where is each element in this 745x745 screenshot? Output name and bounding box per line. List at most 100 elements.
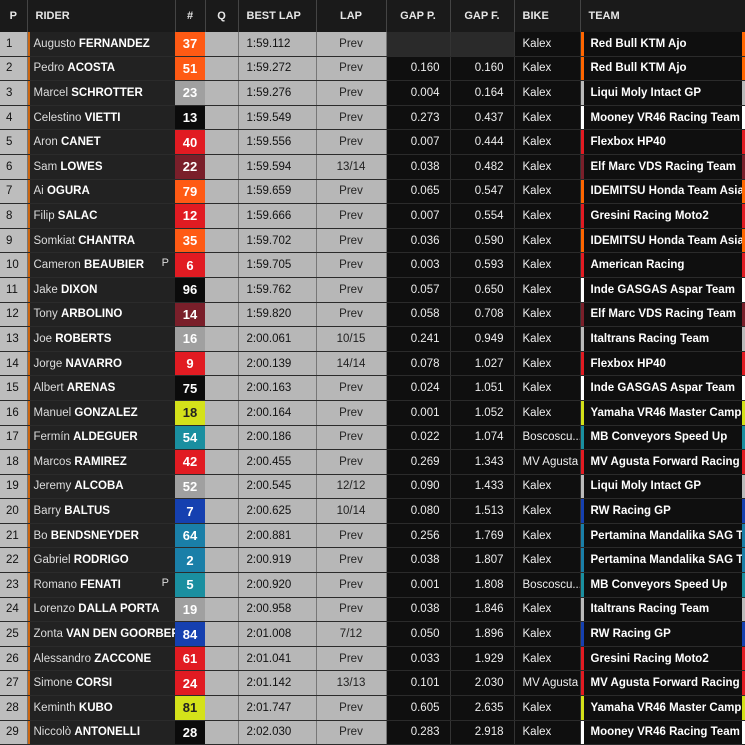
rider-last-name: CHANTRA	[78, 234, 136, 247]
rider-cell[interactable]: Keminth KUBO	[27, 695, 175, 721]
bike-cell: Kalex	[514, 474, 581, 500]
table-row[interactable]: 24 Lorenzo DALLA PORTA 19 2:00.958 Prev 0.038…	[0, 597, 745, 623]
table-row[interactable]: 4 Celestino VIETTI 13 1:59.549 Prev 0.273 0.43…	[0, 105, 745, 131]
rider-last-name: ANTONELLI	[74, 726, 141, 739]
rider-first-name: Tony	[33, 308, 58, 321]
rider-cell[interactable]: Simone CORSI	[27, 670, 175, 697]
table-row[interactable]: 26 Alessandro ZACCONE 61 2:01.041 Prev 0.033 1…	[0, 646, 745, 672]
col-header-bike[interactable]: BIKE	[514, 0, 581, 32]
team-cell: Gresini Racing Moto2	[580, 646, 745, 672]
col-header-number[interactable]: #	[175, 0, 206, 32]
bike-cell: Kalex	[514, 498, 581, 524]
rider-cell[interactable]: Ai OGURA	[27, 179, 175, 205]
table-row[interactable]: 6 Sam LOWES 22 1:59.594 13/14 0.038 0.482 Kalex…	[0, 154, 745, 180]
rider-first-name: Cameron	[33, 259, 81, 272]
gap-first-cell: 0.949	[450, 326, 515, 352]
table-row[interactable]: 17 Fermín ALDEGUER 54 2:00.186 Prev 0.022 1.07…	[0, 425, 745, 451]
rider-cell[interactable]: Celestino VIETTI	[27, 105, 175, 131]
rider-cell[interactable]: Somkiat CHANTRA	[27, 228, 175, 254]
rider-last-name: CANET	[61, 136, 101, 149]
team-cell: Gresini Racing Moto2	[580, 203, 745, 229]
table-row[interactable]: 3 Marcel SCHROTTER 23 1:59.276 Prev 0.004 0.16…	[0, 80, 745, 106]
rider-number-badge: 24	[175, 670, 205, 697]
bike-cell: Kalex	[514, 179, 581, 205]
rider-number-badge: 28	[175, 720, 205, 745]
rider-number-badge: 5	[175, 572, 205, 598]
col-header-lap[interactable]: LAP	[316, 0, 387, 32]
table-row[interactable]: 22 Gabriel RODRIGO 2 2:00.919 Prev 0.038 1.807…	[0, 547, 745, 574]
lap-cell: Prev	[316, 375, 387, 401]
pit-indicator: P	[161, 257, 169, 270]
table-row[interactable]: 9 Somkiat CHANTRA 35 1:59.702 Prev 0.036 0.590…	[0, 228, 745, 254]
col-header-rider[interactable]: RIDER	[27, 0, 176, 32]
rider-cell[interactable]: Niccolò ANTONELLI	[27, 720, 175, 745]
rider-cell[interactable]: Barry BALTUS	[27, 498, 175, 524]
gap-previous-cell: 0.004	[386, 80, 451, 106]
best-lap-cell: 2:01.041	[238, 646, 317, 672]
table-row[interactable]: 5 Aron CANET 40 1:59.556 Prev 0.007 0.444 Kalex…	[0, 129, 745, 155]
table-row[interactable]: 28 Keminth KUBO 81 2:01.747 Prev 0.605 2.635 Ka…	[0, 695, 745, 721]
rider-cell[interactable]: Fermín ALDEGUER	[27, 425, 175, 451]
bike-cell: Kalex	[514, 32, 581, 57]
table-row[interactable]: 1 Augusto FERNANDEZ 37 1:59.112 Prev Kalex Red…	[0, 32, 745, 57]
table-row[interactable]: 27 Simone CORSI 24 2:01.142 13/13 0.101 2.030 M…	[0, 670, 745, 697]
rider-cell[interactable]: Jorge NAVARRO	[27, 351, 175, 377]
table-row[interactable]: 29 Niccolò ANTONELLI 28 2:02.030 Prev 0.283 2.…	[0, 720, 745, 745]
table-row[interactable]: 8 Filip SALAC 12 1:59.666 Prev 0.007 0.554 Kale…	[0, 203, 745, 229]
rider-cell[interactable]: Pedro ACOSTA	[27, 56, 175, 82]
qualifying-cell	[205, 228, 239, 254]
table-row[interactable]: 19 Jeremy ALCOBA 52 2:00.545 12/12 0.090 1.433…	[0, 474, 745, 500]
col-header-best-lap[interactable]: BEST LAP	[238, 0, 317, 32]
table-row[interactable]: 13 Joe ROBERTS 16 2:00.061 10/15 0.241 0.949 Ka…	[0, 326, 745, 352]
rider-cell[interactable]: Alessandro ZACCONE	[27, 646, 175, 672]
table-row[interactable]: 16 Manuel GONZALEZ 18 2:00.164 Prev 0.001 1.05…	[0, 400, 745, 426]
rider-cell[interactable]: Cameron BEAUBIER P	[27, 252, 175, 278]
rider-number-badge: 42	[175, 449, 205, 475]
table-row[interactable]: 15 Albert ARENAS 75 2:00.163 Prev 0.024 1.051 K…	[0, 375, 745, 401]
table-row[interactable]: 12 Tony ARBOLINO 14 1:59.820 Prev 0.058 0.708 K…	[0, 302, 745, 328]
rider-cell[interactable]: Manuel GONZALEZ	[27, 400, 175, 426]
col-header-gap-first[interactable]: GAP F.	[450, 0, 515, 32]
lap-cell: Prev	[316, 597, 387, 623]
col-header-q[interactable]: Q	[205, 0, 239, 32]
table-row[interactable]: 20 Barry BALTUS 7 2:00.625 10/14 0.080 1.513 Ka…	[0, 498, 745, 524]
table-row[interactable]: 7 Ai OGURA 79 1:59.659 Prev 0.065 0.547 Kalex ID…	[0, 179, 745, 205]
rider-cell[interactable]: Romano FENATI P	[27, 572, 175, 598]
rider-cell[interactable]: Marcel SCHROTTER	[27, 80, 175, 106]
rider-cell[interactable]: Gabriel RODRIGO	[27, 547, 175, 574]
rider-number-badge: 6	[175, 252, 205, 278]
position-cell: 25	[0, 621, 28, 647]
table-row[interactable]: 21 Bo BENDSNEYDER 64 2:00.881 Prev 0.256 1.769…	[0, 523, 745, 549]
rider-cell[interactable]: Tony ARBOLINO	[27, 302, 175, 328]
best-lap-cell: 1:59.276	[238, 80, 317, 106]
rider-cell[interactable]: Joe ROBERTS	[27, 326, 175, 352]
gap-first-cell: 2.635	[450, 695, 515, 721]
rider-number-badge: 54	[175, 425, 205, 451]
table-row[interactable]: 23 Romano FENATI P 5 2:00.920 Prev 0.001 1.808 B…	[0, 572, 745, 598]
lap-cell: 12/12	[316, 474, 387, 500]
rider-cell[interactable]: Aron CANET	[27, 129, 175, 155]
rider-cell[interactable]: Marcos RAMIREZ	[27, 449, 175, 475]
rider-cell[interactable]: Augusto FERNANDEZ	[27, 32, 175, 57]
rider-cell[interactable]: Lorenzo DALLA PORTA	[27, 597, 175, 623]
rider-cell[interactable]: Sam LOWES	[27, 154, 175, 180]
rider-cell[interactable]: Albert ARENAS	[27, 375, 175, 401]
table-row[interactable]: 18 Marcos RAMIREZ 42 2:00.455 Prev 0.269 1.343…	[0, 449, 745, 475]
bike-cell: Kalex	[514, 252, 581, 278]
table-row[interactable]: 11 Jake DIXON 96 1:59.762 Prev 0.057 0.650 Kale…	[0, 277, 745, 303]
rider-cell[interactable]: Jeremy ALCOBA	[27, 474, 175, 500]
rider-cell[interactable]: Jake DIXON	[27, 277, 175, 303]
table-row[interactable]: 25Zonta VAN DEN GOORBERGH842:01.0087/120…	[0, 621, 745, 647]
col-header-position[interactable]: P	[0, 0, 28, 32]
table-row[interactable]: 10 Cameron BEAUBIER P 6 1:59.705 Prev 0.003 0.5…	[0, 252, 745, 278]
qualifying-cell	[205, 670, 239, 697]
table-row[interactable]: 2 Pedro ACOSTA 51 1:59.272 Prev 0.160 0.160 Kal…	[0, 56, 745, 82]
gap-previous-cell: 0.007	[386, 203, 451, 229]
rider-cell[interactable]: Bo BENDSNEYDER	[27, 523, 175, 549]
table-row[interactable]: 14 Jorge NAVARRO 9 2:00.139 14/14 0.078 1.027 K…	[0, 351, 745, 377]
rider-cell[interactable]: Zonta VAN DEN GOORBERGH	[27, 621, 175, 647]
col-header-team[interactable]: TEAM	[580, 0, 745, 32]
rider-cell[interactable]: Filip SALAC	[27, 203, 175, 229]
rider-last-name: ACOSTA	[67, 62, 116, 75]
col-header-gap-previous[interactable]: GAP P.	[386, 0, 451, 32]
